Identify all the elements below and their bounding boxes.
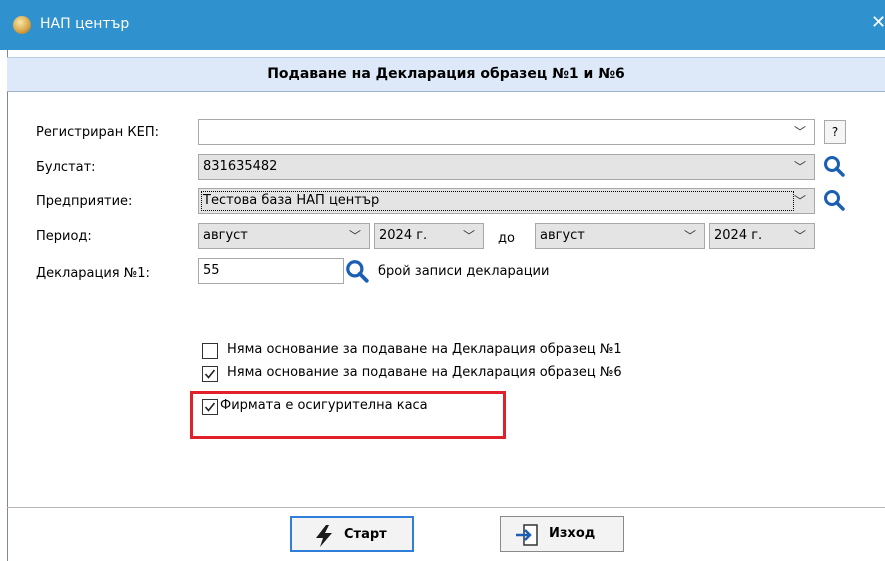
- no-basis-decl6-checkbox[interactable]: [202, 366, 218, 382]
- exit-button[interactable]: Изход: [500, 516, 624, 552]
- dialog-header: Подаване на Декларация образец №1 и №6: [7, 57, 885, 92]
- bulstat-search-icon[interactable]: [822, 154, 846, 178]
- records-count-label: брой записи декларации: [378, 264, 550, 279]
- company-select[interactable]: Тестова база НАП център ﹀: [198, 188, 815, 214]
- period-label: Период:: [36, 229, 92, 244]
- chevron-down-icon: ﹀: [793, 229, 806, 243]
- kep-select[interactable]: ﹀: [198, 119, 815, 145]
- period-to-year-select[interactable]: 2024 г. ﹀: [709, 223, 815, 249]
- declaration1-value: 55: [203, 263, 220, 278]
- company-label: Предприятие:: [36, 194, 133, 209]
- no-basis-decl1-label: Няма основание за подаване на Декларация…: [227, 342, 622, 357]
- exit-button-label: Изход: [549, 526, 596, 541]
- period-to-month-value: август: [540, 228, 585, 243]
- start-button-label: Старт: [344, 527, 387, 542]
- kep-help-button[interactable]: ?: [824, 120, 846, 144]
- declaration1-label: Декларация №1:: [36, 266, 150, 281]
- exit-icon: [516, 524, 538, 546]
- chevron-down-icon: ﹀: [462, 229, 475, 243]
- chevron-down-icon: ﹀: [683, 229, 696, 243]
- highlight-annotation: [190, 391, 506, 439]
- bulstat-label: Булстат:: [36, 160, 96, 175]
- chevron-down-icon: ﹀: [793, 194, 806, 208]
- app-logo-icon: [13, 16, 31, 34]
- bulstat-value: 831635482: [203, 159, 278, 174]
- company-search-icon[interactable]: [822, 188, 846, 212]
- period-from-month-select[interactable]: август ﹀: [198, 223, 370, 249]
- bulstat-select[interactable]: 831635482 ﹀: [198, 154, 815, 180]
- company-value: Тестова база НАП център: [203, 193, 380, 208]
- chevron-down-icon: ﹀: [348, 229, 361, 243]
- period-to-month-select[interactable]: август ﹀: [535, 223, 705, 249]
- dialog-header-title: Подаване на Декларация образец №1 и №6: [267, 66, 625, 82]
- period-to-year-value: 2024 г.: [714, 228, 763, 243]
- no-basis-decl6-label: Няма основание за подаване на Декларация…: [227, 365, 622, 380]
- declaration1-search-icon[interactable]: [344, 258, 370, 284]
- period-from-year-value: 2024 г.: [379, 228, 428, 243]
- chevron-down-icon: ﹀: [793, 160, 806, 174]
- window-title: НАП център: [40, 16, 130, 32]
- period-from-month-value: август: [203, 228, 248, 243]
- window-titlebar: НАП център ✕: [0, 0, 885, 50]
- period-to-label: до: [498, 231, 515, 246]
- close-icon[interactable]: ✕: [871, 12, 885, 33]
- checkmark-icon: [204, 369, 216, 379]
- declaration1-input[interactable]: 55: [198, 258, 344, 284]
- start-button[interactable]: Старт: [290, 516, 414, 552]
- period-from-year-select[interactable]: 2024 г. ﹀: [374, 223, 484, 249]
- lightning-icon: [316, 525, 332, 547]
- chevron-down-icon: ﹀: [793, 125, 806, 139]
- no-basis-decl1-checkbox[interactable]: [202, 343, 218, 359]
- footer-divider: [7, 507, 885, 508]
- kep-label: Регистриран КЕП:: [36, 125, 159, 140]
